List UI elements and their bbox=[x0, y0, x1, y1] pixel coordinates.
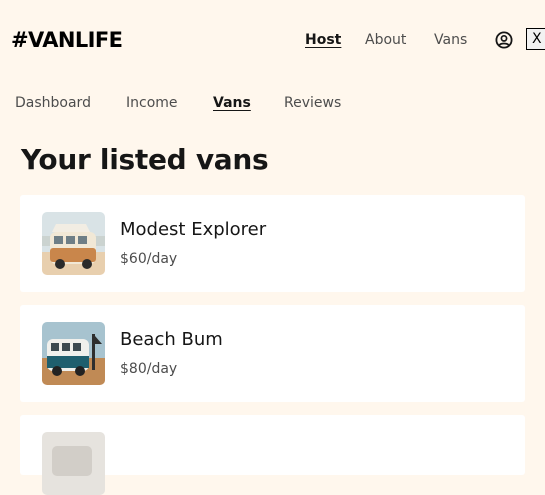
user-circle-icon[interactable] bbox=[495, 31, 513, 49]
van-price: $80/day bbox=[120, 361, 178, 377]
van-thumbnail bbox=[42, 322, 105, 385]
van-price: $60/day bbox=[120, 251, 178, 267]
nav-link-vans[interactable]: Vans bbox=[434, 31, 467, 49]
site-logo[interactable]: #VANLIFE bbox=[11, 26, 123, 54]
subnav-link-dashboard[interactable]: Dashboard bbox=[15, 94, 91, 112]
van-name: Beach Bum bbox=[120, 329, 223, 350]
page-title: Your listed vans bbox=[21, 143, 269, 176]
subnav-link-reviews[interactable]: Reviews bbox=[284, 94, 341, 112]
site-header: #VANLIFE Host About Vans X bbox=[0, 0, 545, 80]
nav-link-host[interactable]: Host bbox=[305, 31, 341, 49]
close-button[interactable]: X bbox=[526, 28, 545, 50]
van-card[interactable]: Beach Bum $80/day bbox=[20, 305, 525, 402]
van-thumbnail bbox=[42, 432, 105, 495]
van-card[interactable]: Modest Explorer $60/day bbox=[20, 195, 525, 292]
van-name: Modest Explorer bbox=[120, 219, 267, 240]
nav-link-about[interactable]: About bbox=[365, 31, 406, 49]
subnav-link-vans[interactable]: Vans bbox=[213, 94, 251, 112]
subnav-link-income[interactable]: Income bbox=[126, 94, 178, 112]
van-thumbnail bbox=[42, 212, 105, 275]
van-card[interactable] bbox=[20, 415, 525, 495]
